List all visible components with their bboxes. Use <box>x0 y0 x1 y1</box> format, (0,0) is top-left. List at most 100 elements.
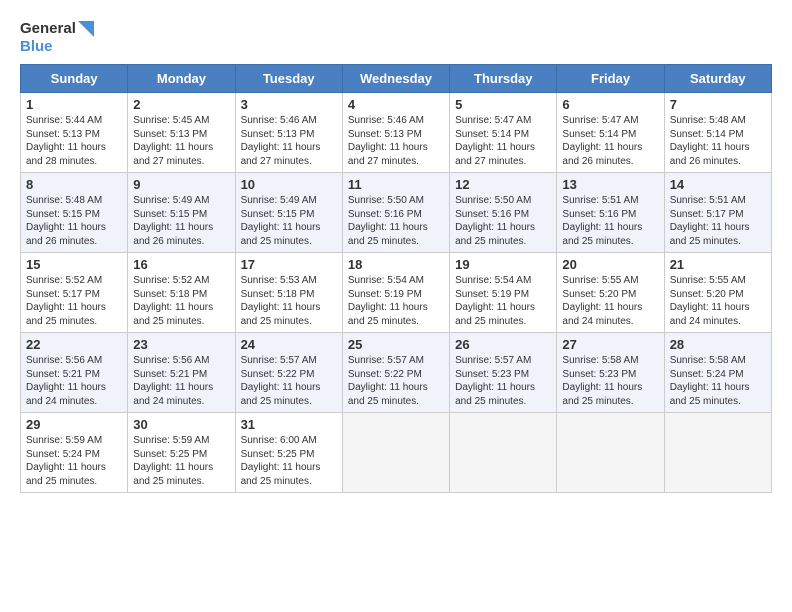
daylight-label: Daylight: 11 hours and 25 minutes. <box>26 462 106 487</box>
calendar-day-cell <box>664 413 771 493</box>
day-number: 29 <box>26 417 122 432</box>
day-info: Sunrise: 5:56 AM Sunset: 5:21 PM Dayligh… <box>133 354 229 408</box>
daylight-label: Daylight: 11 hours and 24 minutes. <box>562 302 642 327</box>
daylight-label: Daylight: 11 hours and 25 minutes. <box>455 382 535 407</box>
sunrise-label: Sunrise: 5:57 AM <box>348 355 424 366</box>
calendar-day-cell <box>450 413 557 493</box>
sunset-label: Sunset: 5:22 PM <box>348 369 422 380</box>
daylight-label: Daylight: 11 hours and 27 minutes. <box>348 142 428 167</box>
sunset-label: Sunset: 5:24 PM <box>670 369 744 380</box>
sunrise-label: Sunrise: 5:56 AM <box>133 355 209 366</box>
day-number: 4 <box>348 97 444 112</box>
calendar-day-cell: 6 Sunrise: 5:47 AM Sunset: 5:14 PM Dayli… <box>557 93 664 173</box>
calendar-week-row: 1 Sunrise: 5:44 AM Sunset: 5:13 PM Dayli… <box>21 93 772 173</box>
sunrise-label: Sunrise: 5:58 AM <box>670 355 746 366</box>
sunrise-label: Sunrise: 5:46 AM <box>348 115 424 126</box>
sunset-label: Sunset: 5:21 PM <box>133 369 207 380</box>
calendar-day-cell: 11 Sunrise: 5:50 AM Sunset: 5:16 PM Dayl… <box>342 173 449 253</box>
day-info: Sunrise: 5:46 AM Sunset: 5:13 PM Dayligh… <box>348 114 444 168</box>
calendar-day-cell: 27 Sunrise: 5:58 AM Sunset: 5:23 PM Dayl… <box>557 333 664 413</box>
sunset-label: Sunset: 5:17 PM <box>670 209 744 220</box>
daylight-label: Daylight: 11 hours and 25 minutes. <box>348 302 428 327</box>
calendar-day-cell: 29 Sunrise: 5:59 AM Sunset: 5:24 PM Dayl… <box>21 413 128 493</box>
day-info: Sunrise: 5:50 AM Sunset: 5:16 PM Dayligh… <box>455 194 551 248</box>
calendar-day-cell: 28 Sunrise: 5:58 AM Sunset: 5:24 PM Dayl… <box>664 333 771 413</box>
sunset-label: Sunset: 5:15 PM <box>26 209 100 220</box>
sunset-label: Sunset: 5:16 PM <box>455 209 529 220</box>
sunset-label: Sunset: 5:13 PM <box>133 129 207 140</box>
sunset-label: Sunset: 5:25 PM <box>241 449 315 460</box>
sunset-label: Sunset: 5:14 PM <box>455 129 529 140</box>
sunrise-label: Sunrise: 5:58 AM <box>562 355 638 366</box>
calendar-day-cell: 7 Sunrise: 5:48 AM Sunset: 5:14 PM Dayli… <box>664 93 771 173</box>
sunset-label: Sunset: 5:23 PM <box>455 369 529 380</box>
daylight-label: Daylight: 11 hours and 24 minutes. <box>670 302 750 327</box>
calendar-day-cell: 21 Sunrise: 5:55 AM Sunset: 5:20 PM Dayl… <box>664 253 771 333</box>
day-info: Sunrise: 5:57 AM Sunset: 5:22 PM Dayligh… <box>241 354 337 408</box>
day-info: Sunrise: 5:52 AM Sunset: 5:18 PM Dayligh… <box>133 274 229 328</box>
calendar-header-row: SundayMondayTuesdayWednesdayThursdayFrid… <box>21 65 772 93</box>
day-info: Sunrise: 5:54 AM Sunset: 5:19 PM Dayligh… <box>348 274 444 328</box>
calendar-day-cell: 13 Sunrise: 5:51 AM Sunset: 5:16 PM Dayl… <box>557 173 664 253</box>
day-of-week-header: Tuesday <box>235 65 342 93</box>
sunset-label: Sunset: 5:18 PM <box>133 289 207 300</box>
daylight-label: Daylight: 11 hours and 27 minutes. <box>241 142 321 167</box>
sunrise-label: Sunrise: 5:46 AM <box>241 115 317 126</box>
daylight-label: Daylight: 11 hours and 26 minutes. <box>133 222 213 247</box>
day-number: 12 <box>455 177 551 192</box>
day-number: 13 <box>562 177 658 192</box>
sunset-label: Sunset: 5:14 PM <box>670 129 744 140</box>
day-of-week-header: Thursday <box>450 65 557 93</box>
page-header: General Blue <box>20 20 772 56</box>
calendar-day-cell: 10 Sunrise: 5:49 AM Sunset: 5:15 PM Dayl… <box>235 173 342 253</box>
day-info: Sunrise: 5:47 AM Sunset: 5:14 PM Dayligh… <box>562 114 658 168</box>
day-info: Sunrise: 5:48 AM Sunset: 5:14 PM Dayligh… <box>670 114 766 168</box>
day-number: 11 <box>348 177 444 192</box>
day-info: Sunrise: 5:49 AM Sunset: 5:15 PM Dayligh… <box>133 194 229 248</box>
day-number: 19 <box>455 257 551 272</box>
sunrise-label: Sunrise: 5:55 AM <box>670 275 746 286</box>
sunrise-label: Sunrise: 5:45 AM <box>133 115 209 126</box>
day-info: Sunrise: 5:47 AM Sunset: 5:14 PM Dayligh… <box>455 114 551 168</box>
daylight-label: Daylight: 11 hours and 25 minutes. <box>241 302 321 327</box>
day-of-week-header: Friday <box>557 65 664 93</box>
day-number: 3 <box>241 97 337 112</box>
logo: General Blue <box>20 20 94 56</box>
sunrise-label: Sunrise: 5:48 AM <box>670 115 746 126</box>
daylight-label: Daylight: 11 hours and 24 minutes. <box>133 382 213 407</box>
day-info: Sunrise: 5:45 AM Sunset: 5:13 PM Dayligh… <box>133 114 229 168</box>
day-number: 16 <box>133 257 229 272</box>
calendar-day-cell: 20 Sunrise: 5:55 AM Sunset: 5:20 PM Dayl… <box>557 253 664 333</box>
daylight-label: Daylight: 11 hours and 25 minutes. <box>670 382 750 407</box>
daylight-label: Daylight: 11 hours and 26 minutes. <box>26 222 106 247</box>
sunrise-label: Sunrise: 5:51 AM <box>670 195 746 206</box>
calendar-week-row: 29 Sunrise: 5:59 AM Sunset: 5:24 PM Dayl… <box>21 413 772 493</box>
sunrise-label: Sunrise: 5:59 AM <box>133 435 209 446</box>
day-of-week-header: Monday <box>128 65 235 93</box>
calendar-day-cell: 30 Sunrise: 5:59 AM Sunset: 5:25 PM Dayl… <box>128 413 235 493</box>
day-info: Sunrise: 5:51 AM Sunset: 5:16 PM Dayligh… <box>562 194 658 248</box>
daylight-label: Daylight: 11 hours and 24 minutes. <box>26 382 106 407</box>
day-number: 24 <box>241 337 337 352</box>
calendar-day-cell: 14 Sunrise: 5:51 AM Sunset: 5:17 PM Dayl… <box>664 173 771 253</box>
sunset-label: Sunset: 5:13 PM <box>241 129 315 140</box>
day-info: Sunrise: 5:50 AM Sunset: 5:16 PM Dayligh… <box>348 194 444 248</box>
sunrise-label: Sunrise: 6:00 AM <box>241 435 317 446</box>
calendar-day-cell: 16 Sunrise: 5:52 AM Sunset: 5:18 PM Dayl… <box>128 253 235 333</box>
calendar-day-cell: 15 Sunrise: 5:52 AM Sunset: 5:17 PM Dayl… <box>21 253 128 333</box>
calendar-day-cell: 9 Sunrise: 5:49 AM Sunset: 5:15 PM Dayli… <box>128 173 235 253</box>
calendar-week-row: 22 Sunrise: 5:56 AM Sunset: 5:21 PM Dayl… <box>21 333 772 413</box>
calendar-day-cell <box>342 413 449 493</box>
day-number: 23 <box>133 337 229 352</box>
day-number: 30 <box>133 417 229 432</box>
calendar-day-cell: 17 Sunrise: 5:53 AM Sunset: 5:18 PM Dayl… <box>235 253 342 333</box>
calendar-week-row: 8 Sunrise: 5:48 AM Sunset: 5:15 PM Dayli… <box>21 173 772 253</box>
logo-text: General Blue <box>20 20 94 56</box>
sunrise-label: Sunrise: 5:57 AM <box>241 355 317 366</box>
sunset-label: Sunset: 5:16 PM <box>348 209 422 220</box>
sunset-label: Sunset: 5:15 PM <box>241 209 315 220</box>
day-info: Sunrise: 5:48 AM Sunset: 5:15 PM Dayligh… <box>26 194 122 248</box>
day-of-week-header: Wednesday <box>342 65 449 93</box>
calendar-day-cell: 8 Sunrise: 5:48 AM Sunset: 5:15 PM Dayli… <box>21 173 128 253</box>
calendar-day-cell: 1 Sunrise: 5:44 AM Sunset: 5:13 PM Dayli… <box>21 93 128 173</box>
